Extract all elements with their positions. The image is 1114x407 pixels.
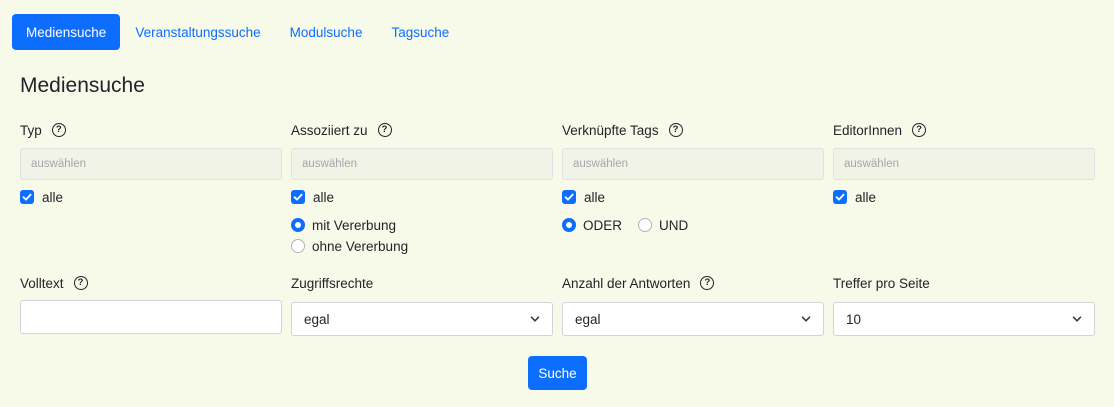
antworten-dropdown[interactable]: egal bbox=[562, 302, 824, 336]
page-title: Mediensuche bbox=[20, 74, 145, 97]
editoren-select[interactable]: auswählen bbox=[833, 148, 1095, 180]
antworten-label: Anzahl der Antworten bbox=[562, 275, 691, 291]
treffer-value: 10 bbox=[846, 311, 862, 327]
help-icon[interactable]: ? bbox=[377, 123, 392, 137]
radio-selected-icon[interactable] bbox=[291, 218, 305, 232]
typ-label-row: Typ ? bbox=[20, 120, 282, 140]
help-icon[interactable]: ? bbox=[51, 123, 66, 137]
tab-modulsuche[interactable]: Modulsuche bbox=[276, 14, 377, 50]
checkbox-checked-icon[interactable] bbox=[833, 190, 847, 204]
assoziiert-all-checkbox-row[interactable]: alle bbox=[291, 188, 334, 206]
tags-all-checkbox-row[interactable]: alle bbox=[562, 188, 605, 206]
assoziiert-select[interactable]: auswählen bbox=[291, 148, 553, 180]
chevron-down-icon bbox=[530, 316, 540, 322]
help-icon[interactable]: ? bbox=[912, 123, 927, 137]
radio-unselected-icon[interactable] bbox=[638, 218, 652, 232]
typ-label: Typ bbox=[20, 122, 42, 138]
radio-mit-vererbung-label: mit Vererbung bbox=[312, 217, 397, 233]
tags-select[interactable]: auswählen bbox=[562, 148, 824, 180]
tags-label-row: Verknüpfte Tags ? bbox=[562, 120, 824, 140]
editoren-label-row: EditorInnen ? bbox=[833, 120, 1095, 140]
treffer-dropdown[interactable]: 10 bbox=[833, 302, 1095, 336]
zugriffsrechte-dropdown[interactable]: egal bbox=[291, 302, 553, 336]
zugriffsrechte-label: Zugriffsrechte bbox=[291, 275, 374, 291]
typ-all-checkbox-row[interactable]: alle bbox=[20, 188, 63, 206]
tags-label: Verknüpfte Tags bbox=[562, 122, 659, 138]
radio-oder-label: ODER bbox=[583, 217, 623, 233]
assoziiert-label: Assoziiert zu bbox=[291, 122, 368, 138]
volltext-label: Volltext bbox=[20, 275, 64, 291]
radio-oder[interactable]: ODER bbox=[562, 216, 622, 234]
tab-tagsuche[interactable]: Tagsuche bbox=[377, 14, 463, 50]
search-tabs: Mediensuche Veranstaltungssuche Modulsuc… bbox=[12, 14, 464, 50]
chevron-down-icon bbox=[801, 316, 811, 322]
antworten-value: egal bbox=[575, 311, 601, 327]
editoren-label: EditorInnen bbox=[833, 122, 903, 138]
radio-unselected-icon[interactable] bbox=[291, 239, 305, 253]
radio-ohne-vererbung-label: ohne Vererbung bbox=[312, 238, 409, 254]
volltext-label-row: Volltext ? bbox=[20, 273, 282, 293]
radio-und-label: UND bbox=[659, 217, 689, 233]
checkbox-checked-icon[interactable] bbox=[20, 190, 34, 204]
search-button[interactable]: Suche bbox=[528, 356, 587, 390]
radio-selected-icon[interactable] bbox=[562, 218, 576, 232]
checkbox-checked-icon[interactable] bbox=[562, 190, 576, 204]
zugriffsrechte-label-row: Zugriffsrechte bbox=[291, 273, 553, 293]
radio-und[interactable]: UND bbox=[638, 216, 688, 234]
tags-all-label: alle bbox=[584, 189, 606, 205]
editoren-all-label: alle bbox=[855, 189, 877, 205]
assoziiert-all-label: alle bbox=[313, 189, 335, 205]
radio-mit-vererbung[interactable]: mit Vererbung bbox=[291, 216, 396, 234]
help-icon[interactable]: ? bbox=[700, 276, 715, 290]
chevron-down-icon bbox=[1072, 316, 1082, 322]
tab-mediensuche[interactable]: Mediensuche bbox=[12, 14, 121, 50]
help-icon[interactable]: ? bbox=[73, 276, 88, 290]
help-icon[interactable]: ? bbox=[668, 123, 683, 137]
treffer-label: Treffer pro Seite bbox=[833, 275, 930, 291]
typ-all-label: alle bbox=[42, 189, 64, 205]
antworten-label-row: Anzahl der Antworten ? bbox=[562, 273, 824, 293]
volltext-input[interactable] bbox=[20, 300, 282, 334]
checkbox-checked-icon[interactable] bbox=[291, 190, 305, 204]
radio-ohne-vererbung[interactable]: ohne Vererbung bbox=[291, 237, 408, 255]
treffer-label-row: Treffer pro Seite bbox=[833, 273, 1095, 293]
editoren-all-checkbox-row[interactable]: alle bbox=[833, 188, 876, 206]
typ-select[interactable]: auswählen bbox=[20, 148, 282, 180]
zugriffsrechte-value: egal bbox=[304, 311, 330, 327]
assoziiert-label-row: Assoziiert zu ? bbox=[291, 120, 553, 140]
tab-veranstaltungssuche[interactable]: Veranstaltungssuche bbox=[121, 14, 274, 50]
